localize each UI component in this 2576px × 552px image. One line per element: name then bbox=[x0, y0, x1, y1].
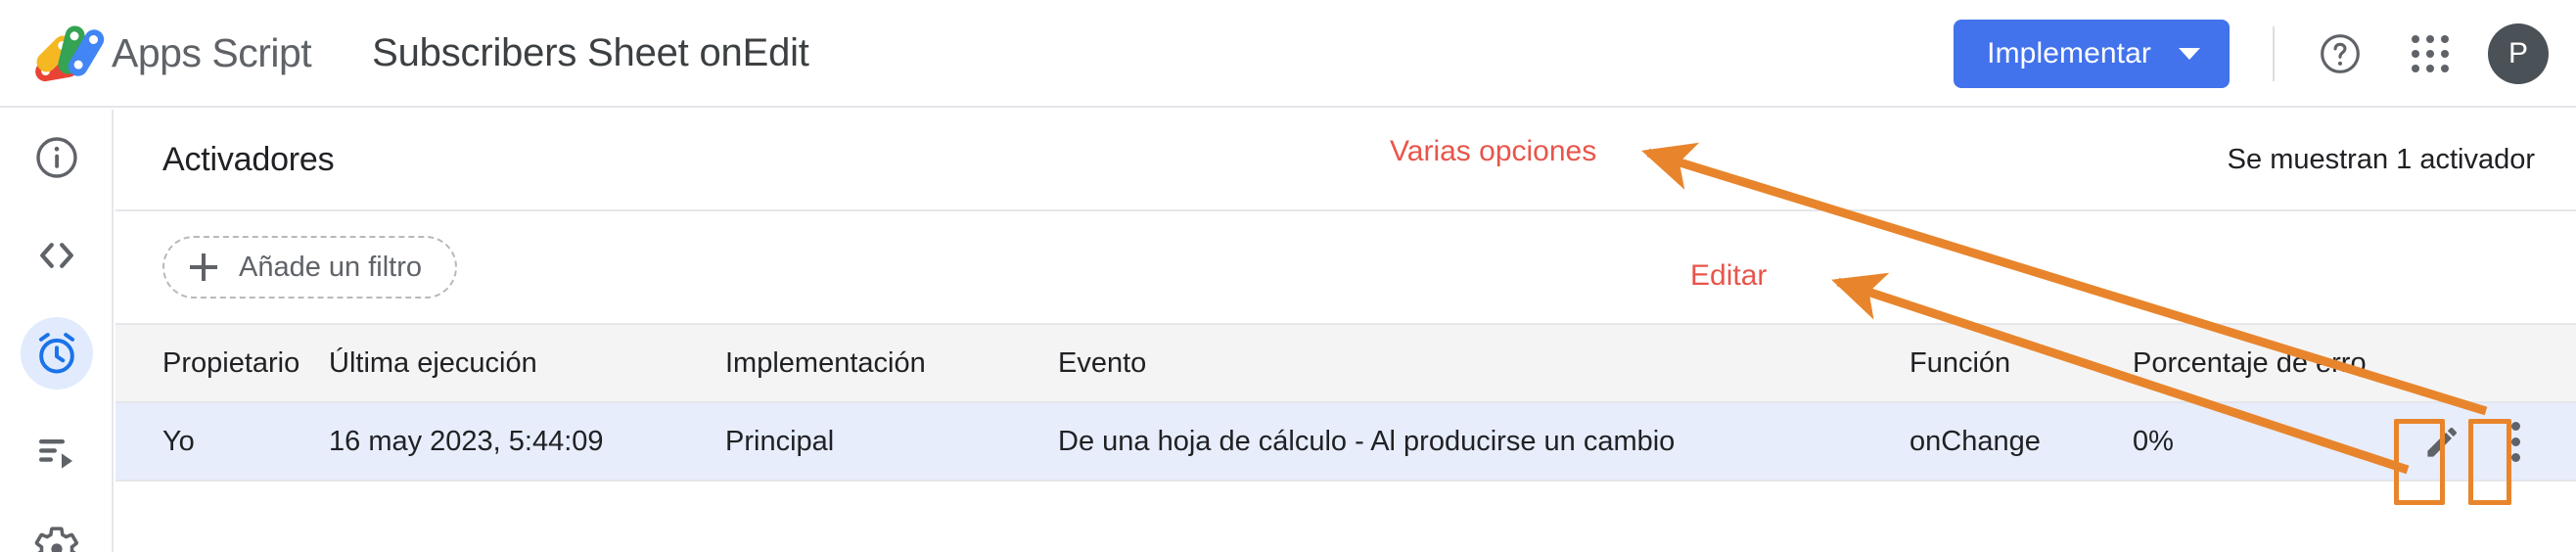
deploy-button[interactable]: Implementar bbox=[1954, 20, 2230, 88]
trigger-count-text: Se muestran 1 activador bbox=[2227, 143, 2535, 175]
avatar[interactable]: P bbox=[2488, 23, 2549, 84]
column-header-last-run[interactable]: Última ejecución bbox=[329, 347, 725, 380]
cell-owner: Yo bbox=[162, 425, 195, 457]
triggers-table: Propietario Última ejecución Implementac… bbox=[115, 325, 2576, 482]
main-content: Activadores Se muestran 1 activador Añad… bbox=[115, 110, 2576, 552]
panel-header: Activadores Se muestran 1 activador bbox=[115, 110, 2576, 211]
pencil-icon bbox=[2427, 427, 2458, 457]
alarm-clock-icon bbox=[38, 333, 75, 374]
gear-icon bbox=[34, 527, 78, 552]
row-actions bbox=[2368, 414, 2576, 469]
column-header-error-rate[interactable]: Porcentaje de errores bbox=[2133, 347, 2368, 380]
help-button[interactable] bbox=[2310, 23, 2370, 84]
column-header-function[interactable]: Función bbox=[1909, 347, 2133, 380]
cell-event: De una hoja de cálculo - Al producirse u… bbox=[1058, 425, 1676, 457]
column-header-deployment[interactable]: Implementación bbox=[725, 347, 1058, 380]
code-brackets-icon bbox=[40, 243, 73, 268]
column-header-owner[interactable]: Propietario bbox=[162, 347, 329, 380]
cell-error-rate: 0% bbox=[2133, 425, 2174, 457]
kebab-menu-icon bbox=[2510, 421, 2520, 462]
left-sidebar bbox=[0, 110, 114, 552]
table-header-row: Propietario Última ejecución Implementac… bbox=[115, 325, 2576, 403]
add-filter-label: Añade un filtro bbox=[239, 251, 423, 283]
plus-icon bbox=[190, 253, 217, 281]
edit-trigger-button[interactable] bbox=[2415, 414, 2470, 469]
cell-last-run: 16 may 2023, 5:44:09 bbox=[329, 425, 604, 457]
avatar-initial: P bbox=[2507, 37, 2528, 69]
top-app-bar: Apps Script Subscribers Sheet onEdit Imp… bbox=[0, 0, 2576, 108]
more-options-button[interactable] bbox=[2488, 414, 2543, 469]
add-filter-chip[interactable]: Añade un filtro bbox=[162, 236, 458, 299]
filter-bar: Añade un filtro bbox=[115, 211, 2576, 325]
help-circle-icon bbox=[2321, 34, 2360, 73]
google-apps-button[interactable] bbox=[2400, 23, 2461, 84]
brand-name: Apps Script bbox=[112, 29, 312, 75]
brand-area[interactable]: Apps Script bbox=[32, 23, 312, 83]
panel-title: Activadores bbox=[162, 140, 335, 178]
cell-deployment: Principal bbox=[725, 425, 835, 457]
column-header-event[interactable]: Evento bbox=[1058, 347, 1909, 380]
cell-function: onChange bbox=[1909, 425, 2041, 457]
sidebar-item-executions[interactable] bbox=[21, 415, 93, 487]
apps-script-triggers-page: Apps Script Subscribers Sheet onEdit Imp… bbox=[0, 0, 2576, 552]
page-title[interactable]: Subscribers Sheet onEdit bbox=[372, 31, 809, 75]
executions-list-icon bbox=[39, 439, 72, 469]
sidebar-item-editor[interactable] bbox=[21, 219, 93, 292]
deploy-button-label: Implementar bbox=[1987, 37, 2151, 69]
table-row[interactable]: Yo 16 may 2023, 5:44:09 Principal De una… bbox=[115, 403, 2576, 482]
top-bar-actions: Implementar P bbox=[1954, 0, 2549, 108]
apps-grid-icon bbox=[2412, 35, 2449, 72]
chevron-down-icon bbox=[2179, 48, 2200, 60]
sidebar-item-overview[interactable] bbox=[21, 121, 93, 194]
apps-script-logo bbox=[32, 23, 108, 83]
sidebar-item-triggers[interactable] bbox=[21, 317, 93, 390]
info-circle-icon bbox=[36, 137, 77, 178]
sidebar-item-project-settings[interactable] bbox=[21, 513, 93, 552]
toolbar-divider bbox=[2273, 26, 2275, 81]
